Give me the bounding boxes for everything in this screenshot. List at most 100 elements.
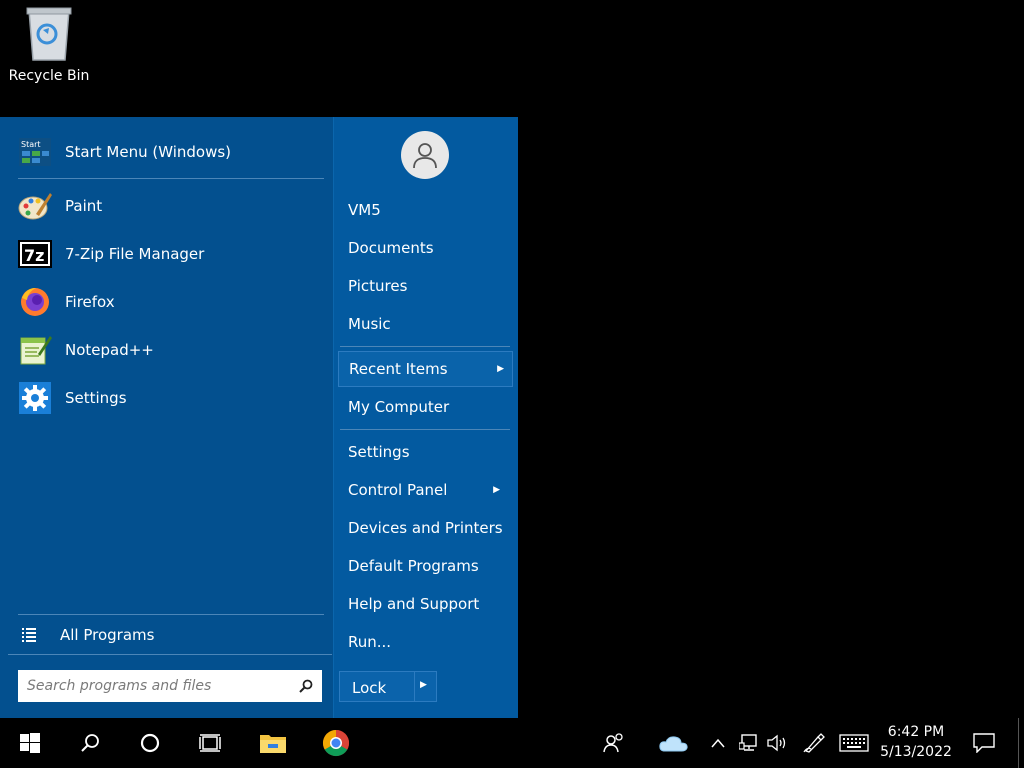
start-button[interactable] — [5, 718, 55, 768]
recent-items-label: Recent Items — [349, 360, 448, 378]
user-name-label: VM5 — [348, 201, 381, 219]
divider — [340, 346, 510, 347]
divider — [18, 178, 324, 179]
list-icon — [22, 628, 36, 642]
chevron-up-icon — [711, 738, 725, 748]
app-label: Paint — [65, 197, 103, 215]
search-icon — [81, 734, 99, 752]
run-label: Run... — [348, 633, 392, 651]
clock[interactable]: 6:42 PM 5/13/2022 — [876, 722, 956, 762]
show-hidden-icons-button[interactable] — [708, 718, 728, 768]
onedrive-button[interactable] — [658, 718, 690, 768]
file-explorer-button[interactable] — [248, 718, 298, 768]
pinned-label: Start Menu (Windows) — [65, 143, 232, 161]
onedrive-cloud-icon — [659, 736, 688, 752]
network-button[interactable] — [737, 718, 761, 768]
shutdown-options-arrow-icon[interactable]: ▶ — [420, 680, 427, 690]
settings-link[interactable]: Settings — [338, 435, 508, 469]
start-menu-left-pane: Start Start Menu (Windows) Paint 7z 7-Zi… — [0, 117, 333, 718]
run-link[interactable]: Run... — [338, 625, 508, 659]
people-icon — [603, 733, 623, 753]
app-item-7zip[interactable]: 7z 7-Zip File Manager — [0, 232, 333, 276]
my-computer-link[interactable]: My Computer — [338, 390, 508, 424]
all-programs-button[interactable]: All Programs — [8, 619, 324, 651]
devices-printers-label: Devices and Printers — [348, 519, 503, 537]
lock-label: Lock — [352, 679, 387, 697]
app-label: Firefox — [65, 293, 115, 311]
pictures-label: Pictures — [348, 277, 408, 295]
clock-date: 5/13/2022 — [880, 744, 952, 760]
clock-time: 6:42 PM — [887, 724, 945, 740]
search-icon — [299, 679, 313, 693]
control-panel-label: Control Panel — [348, 481, 448, 499]
user-icon — [413, 143, 437, 169]
7zip-icon: 7z — [18, 240, 52, 268]
documents-link[interactable]: Documents — [338, 231, 508, 265]
notification-icon — [973, 733, 995, 753]
devices-printers-link[interactable]: Devices and Printers — [338, 511, 508, 545]
pen-workspace-button[interactable] — [802, 718, 826, 768]
app-item-notepadpp[interactable]: Notepad++ — [0, 328, 333, 372]
help-support-link[interactable]: Help and Support — [338, 587, 508, 621]
lock-button[interactable]: Lock ▶ — [339, 671, 437, 702]
search-placeholder: Search programs and files — [27, 678, 212, 694]
recycle-bin[interactable]: Recycle Bin — [0, 4, 98, 98]
split-divider — [414, 672, 415, 701]
divider — [8, 654, 332, 655]
people-button[interactable] — [600, 718, 628, 768]
network-icon — [739, 734, 757, 751]
paint-icon — [18, 193, 52, 220]
chrome-icon — [322, 729, 350, 757]
app-item-firefox[interactable]: Firefox — [0, 280, 333, 324]
show-desktop-button[interactable] — [1018, 718, 1019, 768]
recycle-bin-icon — [26, 7, 72, 61]
divider — [18, 614, 324, 615]
firefox-icon — [21, 288, 49, 316]
pen-icon — [803, 733, 825, 753]
recycle-bin-label: Recycle Bin — [8, 68, 90, 84]
user-name-link[interactable]: VM5 — [338, 193, 508, 227]
divider — [340, 429, 510, 430]
cortana-icon — [140, 733, 160, 753]
touch-keyboard-button[interactable] — [838, 718, 870, 768]
control-panel-link[interactable]: Control Panel ▶ — [338, 473, 508, 507]
settings-gear-icon — [19, 382, 51, 414]
default-programs-link[interactable]: Default Programs — [338, 549, 508, 583]
notepadpp-icon — [20, 336, 52, 365]
app-label: 7-Zip File Manager — [65, 245, 205, 263]
app-label: Settings — [65, 389, 127, 407]
keyboard-icon — [839, 734, 869, 752]
start-menu-icon: Start — [19, 138, 51, 166]
documents-label: Documents — [348, 239, 434, 257]
folder-icon — [260, 735, 286, 753]
chrome-button[interactable] — [311, 718, 361, 768]
speaker-icon — [767, 734, 786, 752]
search-button[interactable] — [65, 718, 115, 768]
default-programs-label: Default Programs — [348, 557, 479, 575]
pinned-start-menu-windows[interactable]: Start Start Menu (Windows) — [0, 130, 333, 174]
volume-button[interactable] — [766, 718, 790, 768]
app-label: Notepad++ — [65, 341, 154, 359]
user-avatar[interactable] — [401, 131, 449, 179]
submenu-arrow-icon: ▶ — [493, 485, 500, 495]
app-item-settings[interactable]: Settings — [0, 376, 333, 420]
help-support-label: Help and Support — [348, 595, 480, 613]
all-programs-label: All Programs — [60, 626, 155, 644]
task-view-icon — [199, 734, 221, 752]
start-menu-right-pane: VM5 Documents Pictures Music Recent Item… — [334, 117, 518, 718]
my-computer-label: My Computer — [348, 398, 450, 416]
start-menu: Start Start Menu (Windows) Paint 7z 7-Zi… — [0, 117, 518, 718]
task-view-button[interactable] — [185, 718, 235, 768]
search-input[interactable]: Search programs and files — [18, 670, 322, 702]
svg-text:7z: 7z — [24, 246, 44, 265]
submenu-arrow-icon: ▶ — [497, 364, 504, 374]
taskbar: 6:42 PM 5/13/2022 — [0, 718, 1024, 768]
music-label: Music — [348, 315, 391, 333]
pictures-link[interactable]: Pictures — [338, 269, 508, 303]
music-link[interactable]: Music — [338, 307, 508, 341]
app-item-paint[interactable]: Paint — [0, 184, 333, 228]
action-center-button[interactable] — [970, 718, 998, 768]
svg-text:Start: Start — [21, 140, 41, 149]
cortana-button[interactable] — [125, 718, 175, 768]
recent-items-link[interactable]: Recent Items ▶ — [338, 351, 513, 387]
